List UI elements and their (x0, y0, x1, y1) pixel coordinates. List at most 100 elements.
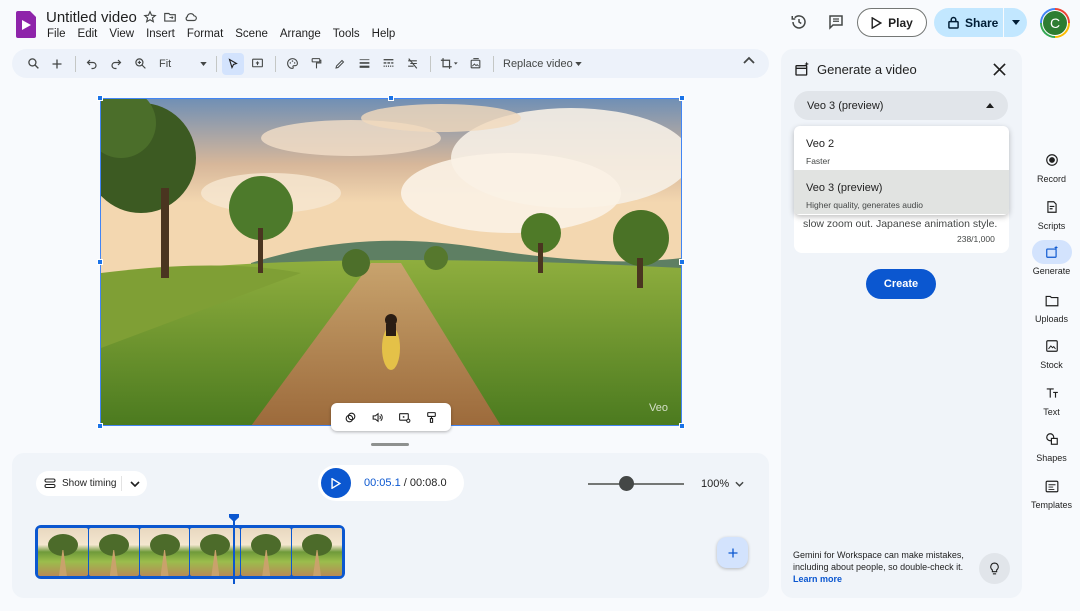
redo-icon[interactable] (105, 53, 127, 75)
learn-more-link[interactable]: Learn more (793, 574, 842, 584)
vids-logo-icon[interactable] (16, 11, 36, 38)
resize-handle[interactable] (97, 259, 103, 265)
border-dash-icon[interactable] (377, 53, 399, 75)
rail-item-templates[interactable]: Templates (1028, 474, 1075, 510)
model-dropdown-menu: Veo 2 Faster Veo 3 (preview) Higher qual… (794, 126, 1009, 215)
document-title[interactable]: Untitled video (46, 9, 137, 26)
menu-scene[interactable]: Scene (229, 27, 274, 41)
share-options-button[interactable] (1004, 8, 1027, 37)
resize-handle[interactable] (679, 259, 685, 265)
menu-format[interactable]: Format (181, 27, 229, 41)
create-button[interactable]: Create (866, 269, 936, 299)
menu-arrange[interactable]: Arrange (274, 27, 327, 41)
account-avatar[interactable]: C (1040, 8, 1070, 38)
version-history-icon[interactable] (785, 8, 813, 36)
move-to-folder-icon[interactable] (163, 10, 177, 24)
rail-item-text[interactable]: Text (1028, 381, 1075, 417)
model-option-veo-2[interactable]: Veo 2 Faster (794, 126, 1009, 170)
clip-quick-actions (331, 403, 451, 431)
video-settings-icon[interactable] (398, 411, 411, 424)
menu-tools[interactable]: Tools (327, 27, 366, 41)
lightbulb-icon[interactable] (979, 553, 1010, 584)
resize-handle[interactable] (679, 95, 685, 101)
play-icon (331, 477, 341, 489)
close-icon[interactable] (993, 63, 1006, 76)
scripts-icon (1032, 195, 1072, 219)
rail-item-generate[interactable]: Generate (1028, 240, 1075, 276)
menu-help[interactable]: Help (366, 27, 402, 41)
border-weight-icon[interactable] (353, 53, 375, 75)
model-select[interactable]: Veo 3 (preview) (794, 91, 1008, 120)
clip-thumbnail (292, 528, 342, 576)
editor-toolbar: Fit Replace video (12, 49, 769, 78)
option-title: Veo 2 (806, 138, 835, 150)
toolbar-divider (216, 55, 217, 72)
toolbar-divider (75, 55, 76, 72)
show-timing-toggle[interactable]: Show timing (36, 471, 147, 496)
gemini-disclaimer: Gemini for Workspace can make mistakes, … (793, 549, 973, 585)
timing-icon (44, 478, 56, 488)
menu-view[interactable]: View (103, 27, 140, 41)
share-button-label: Share (965, 15, 999, 30)
star-icon[interactable] (143, 10, 157, 24)
model-select-value: Veo 3 (preview) (807, 99, 884, 112)
volume-icon[interactable] (371, 411, 384, 424)
playhead[interactable] (233, 520, 235, 584)
rail-item-stock[interactable]: Stock (1028, 334, 1075, 370)
disclaimer-text: Gemini for Workspace can make mistakes, … (793, 550, 964, 572)
share-button[interactable]: Share (934, 8, 1004, 37)
replace-video-button[interactable]: Replace video (503, 58, 582, 70)
format-painter-icon[interactable] (425, 411, 438, 424)
play-pause-button[interactable] (321, 468, 351, 498)
comments-icon[interactable] (822, 8, 850, 36)
toolbar-divider (275, 55, 276, 72)
rail-item-uploads[interactable]: Uploads (1028, 288, 1075, 324)
animate-icon[interactable] (344, 411, 357, 424)
menu-file[interactable]: File (41, 27, 72, 41)
add-icon[interactable] (46, 53, 68, 75)
add-scene-button[interactable] (717, 537, 748, 568)
crop-icon[interactable] (436, 53, 462, 75)
timeline-zoom-slider[interactable] (588, 483, 684, 485)
model-option-veo-3[interactable]: Veo 3 (preview) Higher quality, generate… (794, 170, 1009, 214)
zoom-icon[interactable] (129, 53, 151, 75)
cloud-saved-icon[interactable] (183, 10, 198, 24)
rail-item-scripts[interactable]: Scripts (1028, 195, 1075, 231)
caret-down-icon (1011, 20, 1020, 25)
zoom-select[interactable]: Fit (153, 58, 211, 70)
panel-title: Generate a video (817, 62, 917, 77)
option-title: Veo 3 (preview) (806, 182, 883, 194)
caret-down-icon (200, 61, 207, 66)
resize-handle[interactable] (97, 423, 103, 429)
theme-palette-icon[interactable] (281, 53, 303, 75)
selection-frame[interactable] (97, 95, 685, 429)
timeline-resize-handle[interactable] (371, 443, 409, 446)
menu-edit[interactable]: Edit (72, 27, 104, 41)
search-menus-icon[interactable] (22, 53, 44, 75)
paint-format-icon[interactable] (305, 53, 327, 75)
chevron-down-icon[interactable] (122, 480, 147, 487)
undo-icon[interactable] (81, 53, 103, 75)
replace-image-icon[interactable] (464, 53, 486, 75)
rail-item-shapes[interactable]: Shapes (1028, 427, 1075, 463)
avatar-initial: C (1042, 10, 1068, 36)
resize-handle[interactable] (97, 95, 103, 101)
show-timing-label: Show timing (62, 478, 117, 489)
plus-icon (728, 548, 737, 557)
rail-item-record[interactable]: Record (1028, 148, 1075, 184)
resize-handle[interactable] (388, 95, 394, 101)
menu-insert[interactable]: Insert (140, 27, 181, 41)
rail-label: Text (1043, 407, 1060, 417)
border-none-icon[interactable] (401, 53, 423, 75)
rail-label: Stock (1040, 360, 1063, 370)
zoom-percent-select[interactable]: 100% (701, 478, 744, 490)
collapse-toolbar-icon[interactable] (743, 56, 755, 64)
pen-icon[interactable] (329, 53, 351, 75)
text-box-icon[interactable] (246, 53, 268, 75)
option-subtitle: Higher quality, generates audio (806, 200, 924, 210)
resize-handle[interactable] (679, 423, 685, 429)
video-clip-track[interactable] (35, 525, 345, 579)
play-button[interactable]: Play (857, 8, 927, 37)
uploads-icon (1032, 288, 1072, 312)
select-cursor-icon[interactable] (222, 52, 244, 75)
